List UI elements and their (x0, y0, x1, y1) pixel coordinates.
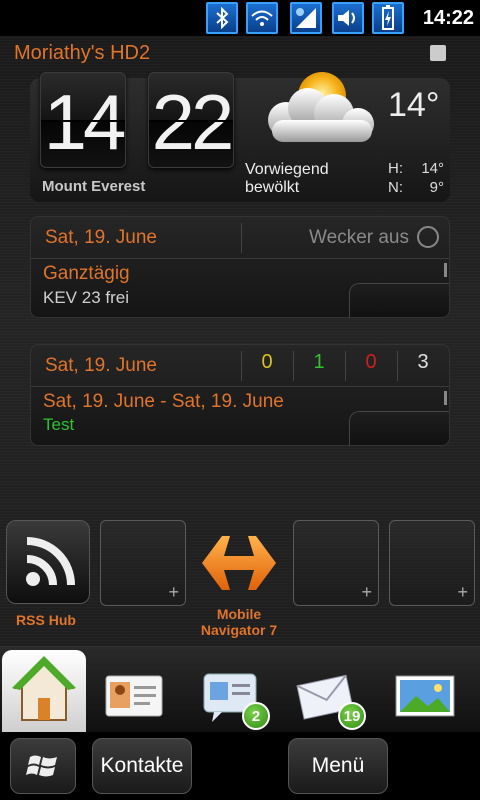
event-title[interactable]: Ganztägig (43, 263, 130, 285)
softkey-bar: Kontakte Menü (0, 732, 480, 800)
menu-softkey[interactable]: Menü (288, 738, 388, 794)
weather-desc-line1: Vorwiegend (245, 161, 329, 178)
calendar-card-header: Sat, 19. June Wecker aus (31, 217, 449, 259)
photos-icon (395, 675, 455, 717)
mail-badge: 19 (338, 702, 366, 730)
messages-badge: 2 (242, 702, 270, 730)
scrollbar[interactable] (444, 391, 447, 405)
task-date-range[interactable]: Sat, 19. June - Sat, 19. June (43, 391, 284, 413)
low-temp-row: N: 9° (388, 179, 444, 196)
scrollbar[interactable] (444, 263, 447, 277)
owner-name: Moriathy's HD2 (14, 42, 151, 64)
clock-hour-value: 14 (43, 78, 127, 166)
signal-icon[interactable] (290, 2, 322, 34)
card-tab[interactable] (349, 411, 449, 445)
event-detail[interactable]: KEV 23 frei (43, 288, 129, 308)
contacts-softkey[interactable]: Kontakte (92, 738, 192, 794)
low-value: 9° (429, 179, 444, 196)
mobile-navigator-label[interactable]: Mobile Navigator 7 (180, 606, 298, 638)
calendar-date: Sat, 19. June (45, 227, 157, 248)
clock-hour[interactable]: 14 (40, 72, 126, 168)
contacts-card-icon (105, 675, 163, 717)
task-count-due[interactable]: 0 (241, 351, 293, 374)
high-label: H: (388, 160, 403, 177)
current-temperature: 14° (388, 86, 440, 124)
high-temp-row: H: 14° (388, 160, 444, 177)
navigator-icon (202, 536, 276, 590)
clock-minute-value: 22 (151, 78, 235, 166)
battery-icon[interactable] (372, 2, 404, 34)
task-name[interactable]: Test (43, 415, 74, 435)
low-label: N: (388, 179, 403, 196)
weather-location: Mount Everest (42, 178, 146, 195)
tasks-card-header: Sat, 19. June 0 1 0 3 (31, 345, 449, 387)
task-count-overdue[interactable]: 0 (345, 351, 397, 374)
task-count-done[interactable]: 1 (293, 351, 345, 374)
weather-desc-line2: bewölkt (245, 179, 300, 196)
tasks-card[interactable]: Sat, 19. June 0 1 0 3 Sat, 19. June - Sa… (30, 344, 450, 446)
alarm-status[interactable]: Wecker aus (309, 227, 409, 249)
rss-icon (26, 537, 75, 586)
rss-hub-label[interactable]: RSS Hub (0, 612, 92, 628)
high-value: 14° (421, 160, 444, 177)
volume-icon[interactable] (332, 2, 364, 34)
empty-slot-1[interactable]: + (100, 520, 186, 606)
wifi-icon[interactable] (246, 2, 278, 34)
tab-photos[interactable] (392, 672, 458, 722)
tab-contacts[interactable] (104, 672, 164, 720)
navigator-label-line2: Navigator 7 (200, 622, 278, 638)
empty-slot-2[interactable]: + (293, 520, 379, 606)
owner-toggle[interactable] (430, 45, 446, 61)
navigator-label-line1: Mobile (216, 606, 262, 622)
status-time[interactable]: 14:22 (423, 7, 474, 30)
alarm-clock-icon[interactable] (417, 226, 439, 248)
calendar-card[interactable]: Sat, 19. June Wecker aus Ganztägig KEV 2… (30, 216, 450, 318)
add-icon: + (457, 582, 468, 602)
windows-start-button[interactable] (10, 738, 76, 794)
card-tab[interactable] (349, 283, 449, 317)
divider (241, 223, 242, 253)
weather-description: Vorwiegend bewölkt (245, 161, 365, 197)
add-icon: + (361, 582, 372, 602)
task-count-total[interactable]: 3 (397, 351, 449, 374)
status-bar: 14:22 (0, 0, 480, 36)
home-icon (12, 656, 76, 721)
mobile-navigator-app[interactable] (196, 528, 282, 598)
add-icon: + (168, 582, 179, 602)
bluetooth-icon[interactable] (206, 2, 238, 34)
tasks-date: Sat, 19. June (45, 355, 157, 376)
empty-slot-3[interactable]: + (389, 520, 475, 606)
tab-home[interactable] (2, 650, 86, 732)
clock-minute[interactable]: 22 (148, 72, 234, 168)
rss-hub-app[interactable] (6, 520, 90, 604)
cloudy-sun-icon (268, 72, 374, 142)
windows-flag-icon (26, 755, 57, 777)
